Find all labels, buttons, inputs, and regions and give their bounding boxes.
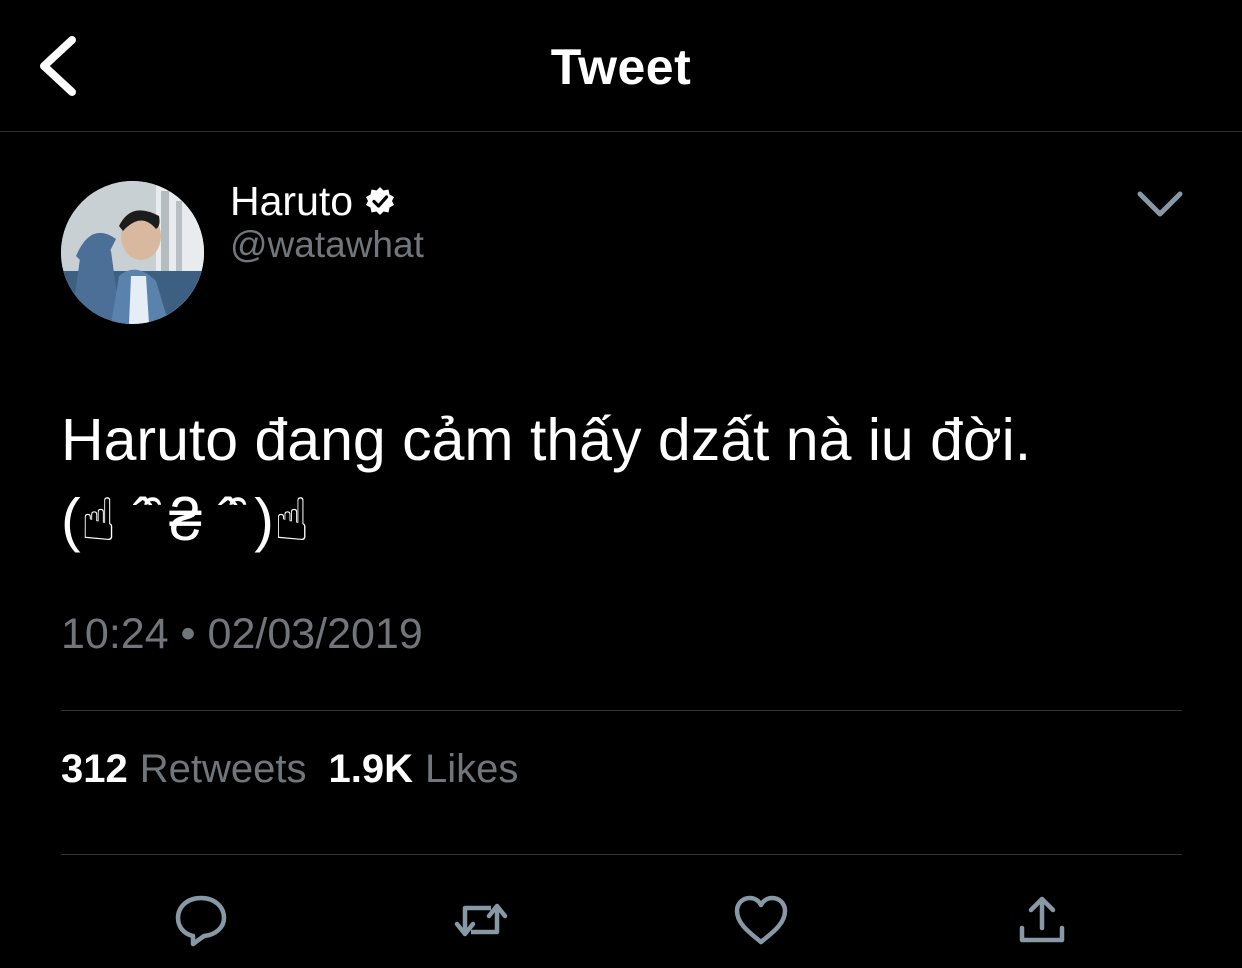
reply-icon [175,895,227,947]
page-title: Tweet [550,39,692,95]
tweet-text: Haruto đang cảm thấy dzất nà iu đời. (☝ ˆ… [61,400,1181,560]
reply-button[interactable] [171,890,231,950]
verified-badge-icon [366,187,395,215]
like-button[interactable] [731,890,791,950]
retweets-stat[interactable]: 312 Retweets [61,747,307,792]
divider [61,710,1182,711]
author-name-row[interactable]: Haruto [230,176,395,226]
divider [61,854,1182,855]
username: @watawhat [230,224,424,265]
share-button[interactable] [1012,890,1072,950]
display-name: Haruto [230,177,354,224]
tweet-detail-screen: Tweet Haruto @watawhat Haruto đang cảm t… [0,0,1242,968]
top-bar: Tweet [0,0,1242,132]
chevron-down-icon [1137,191,1183,217]
tweet-text-line: (☝ ˆ̑ ₴ ˆ̑ )☝ [61,487,310,553]
avatar-photo [61,181,204,324]
share-icon [1019,896,1065,943]
tweet-text-line: Haruto đang cảm thấy dzất nà iu đời. [61,407,1032,473]
retweet-button[interactable] [451,890,511,950]
tweet-timestamp: 10:24 • 02/03/2019 [61,610,423,658]
like-icon [734,895,788,945]
likes-label: Likes [425,747,519,791]
likes-count: 1.9K [328,747,414,791]
retweets-count: 312 [61,747,128,791]
likes-stat[interactable]: 1.9K Likes [329,747,519,792]
retweets-label: Retweets [139,747,307,791]
more-options-button[interactable] [1130,180,1190,228]
tweet-stats: 312 Retweets 1.9K Likes [61,747,518,792]
avatar[interactable] [61,181,204,324]
retweet-icon [454,903,508,937]
